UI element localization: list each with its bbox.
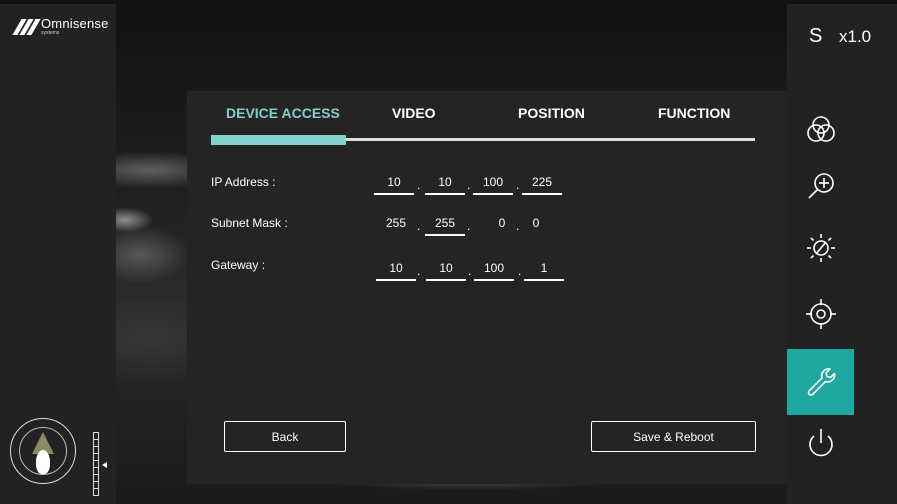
ip-octet-3[interactable]: 100 xyxy=(473,175,513,195)
power-button[interactable] xyxy=(787,410,854,476)
wrench-icon xyxy=(807,368,835,396)
zoom-in-button[interactable] xyxy=(787,154,854,220)
vessel-icon xyxy=(36,450,50,474)
save-reboot-button[interactable]: Save & Reboot xyxy=(591,421,756,452)
power-icon xyxy=(808,429,833,457)
settings-button[interactable] xyxy=(787,349,854,415)
thermal-video-feed: Omnisense systems S x1.0 DEVICE ACCESS V… xyxy=(0,0,897,504)
target-icon xyxy=(805,299,836,329)
target-button[interactable] xyxy=(787,281,854,347)
tab-position[interactable]: POSITION xyxy=(518,105,585,121)
brightness-icon xyxy=(806,234,835,262)
elevation-scale xyxy=(93,432,99,496)
subnet-octet-2[interactable]: 255 xyxy=(425,216,465,236)
gateway-octet-3[interactable]: 100 xyxy=(474,261,514,281)
separator: . xyxy=(467,178,471,192)
ip-address-label: IP Address : xyxy=(211,175,276,189)
gateway-octet-4[interactable]: 1 xyxy=(524,261,564,281)
gateway-octet-1[interactable]: 10 xyxy=(376,261,416,281)
separator: . xyxy=(518,264,522,278)
brand-name: Omnisense xyxy=(41,16,109,31)
separator: . xyxy=(417,264,421,278)
separator: . xyxy=(417,219,421,233)
gateway-label: Gateway : xyxy=(211,258,266,272)
gateway-octet-2[interactable]: 10 xyxy=(426,261,466,281)
separator: . xyxy=(417,178,421,192)
ip-octet-2[interactable]: 10 xyxy=(425,175,465,195)
tab-video[interactable]: VIDEO xyxy=(392,105,436,121)
back-button[interactable]: Back xyxy=(224,421,346,452)
ip-octet-1[interactable]: 10 xyxy=(374,175,414,195)
separator: . xyxy=(467,219,471,233)
zoom-level: x1.0 xyxy=(839,27,872,46)
tab-active-indicator xyxy=(211,135,346,145)
subnet-mask-label: Subnet Mask : xyxy=(211,216,288,230)
mode-indicator: S xyxy=(809,25,823,47)
ip-octet-4[interactable]: 225 xyxy=(522,175,562,195)
subnet-octet-4[interactable]: 0 xyxy=(516,216,556,230)
elevation-pointer-icon xyxy=(102,462,107,468)
tab-function[interactable]: FUNCTION xyxy=(658,105,730,121)
subnet-octet-1[interactable]: 255 xyxy=(376,216,416,230)
brand-logo: Omnisense systems xyxy=(12,16,109,36)
zoom-in-icon xyxy=(807,173,834,199)
tab-device-access[interactable]: DEVICE ACCESS xyxy=(226,105,340,121)
brightness-button[interactable] xyxy=(787,215,854,281)
separator: . xyxy=(468,264,472,278)
color-palette-icon xyxy=(806,116,835,142)
separator: . xyxy=(516,178,520,192)
logo-mark-icon xyxy=(12,19,41,35)
